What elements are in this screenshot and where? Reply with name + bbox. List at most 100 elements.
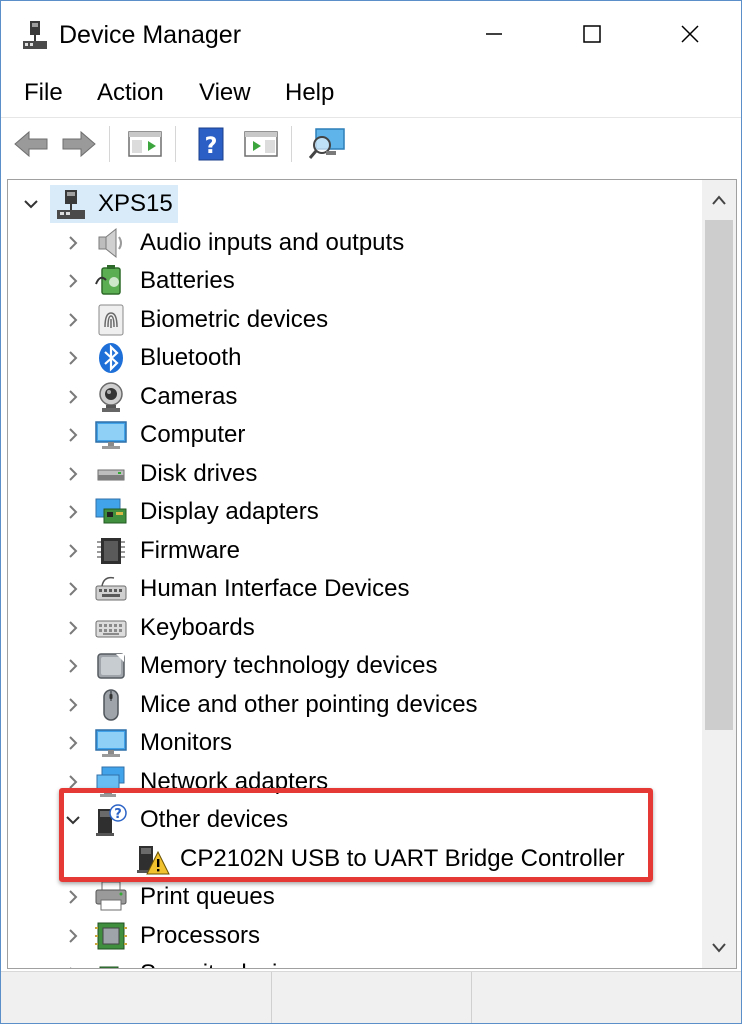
chevron-right-icon	[69, 466, 78, 481]
keyboard-icon	[95, 620, 127, 637]
scan-hardware-button[interactable]	[307, 124, 347, 164]
chevron-down-icon	[66, 816, 80, 825]
tree-node-security-devices[interactable]: Security devices	[8, 955, 698, 968]
status-segment	[471, 972, 741, 1023]
tree-root-xps15[interactable]: XPS15	[8, 185, 698, 223]
expand-toggle[interactable]	[64, 426, 82, 444]
tree-node-audio-inputs-and-outputs[interactable]: Audio inputs and outputs	[8, 224, 698, 262]
node-icon	[94, 495, 128, 529]
network-adapter-icon	[96, 766, 125, 797]
help-button[interactable]: ?	[191, 124, 231, 164]
tree-node-label: Security devices	[140, 957, 315, 968]
tree-node-label: Keyboards	[140, 613, 255, 641]
chevron-right-icon	[69, 890, 78, 904]
tree-node-other-devices[interactable]: ? Other devices	[8, 801, 698, 839]
menu-file[interactable]: File	[24, 77, 63, 109]
tree-node-biometric-devices[interactable]: Biometric devices	[8, 301, 698, 339]
toolbar: ?	[1, 117, 741, 169]
tree-node-computer[interactable]: Computer	[8, 416, 698, 454]
maximize-button[interactable]	[543, 1, 641, 67]
tree-node-disk-drives[interactable]: Disk drives	[8, 455, 698, 493]
chevron-right-icon	[69, 389, 78, 404]
menu-help[interactable]: Help	[285, 77, 334, 109]
expand-toggle[interactable]	[64, 657, 82, 675]
node-icon	[54, 187, 88, 221]
close-button[interactable]	[641, 1, 739, 67]
chevron-right-icon	[69, 351, 78, 365]
tree-node-label: Human Interface Devices	[140, 575, 410, 602]
node-icon	[94, 534, 128, 568]
tree-node-monitors[interactable]: Monitors	[8, 724, 698, 762]
node-icon	[94, 726, 128, 760]
tree-node-label: Cameras	[140, 382, 238, 410]
warning-device-icon	[137, 845, 170, 874]
expand-toggle[interactable]	[64, 927, 82, 945]
show-hide-console-tree-button[interactable]	[125, 124, 165, 164]
tree-node-bluetooth[interactable]: Bluetooth	[8, 339, 698, 377]
tree-node-print-queues[interactable]: Print queues	[8, 878, 698, 916]
tree-node-label: Mice and other pointing devices	[140, 690, 478, 718]
battery-icon	[95, 265, 121, 295]
expand-toggle[interactable]	[64, 465, 82, 483]
processor-icon	[95, 922, 127, 949]
expand-toggle[interactable]	[64, 388, 82, 406]
scroll-down-button[interactable]	[702, 928, 736, 968]
expand-toggle[interactable]	[64, 542, 82, 560]
expand-toggle[interactable]	[64, 773, 82, 791]
tree-node-display-adapters[interactable]: Display adapters	[8, 493, 698, 531]
tree-node-cp2102n-usb-to-uart-bridge-controller[interactable]: CP2102N USB to UART Bridge Controller	[8, 840, 698, 878]
toolbar-separator	[109, 126, 110, 162]
expand-toggle[interactable]	[64, 234, 82, 252]
forward-button[interactable]	[59, 124, 99, 164]
action-pane-icon	[244, 131, 278, 157]
node-icon	[94, 572, 128, 606]
expand-toggle[interactable]	[22, 195, 40, 213]
tree-node-keyboards[interactable]: Keyboards	[8, 609, 698, 647]
node-icon	[94, 957, 128, 968]
node-icon	[94, 765, 128, 799]
expand-toggle[interactable]	[64, 619, 82, 637]
expand-toggle[interactable]	[64, 272, 82, 290]
node-icon	[94, 418, 128, 452]
expand-toggle[interactable]	[64, 311, 82, 329]
minimize-button[interactable]	[445, 1, 543, 67]
chevron-right-icon	[69, 659, 78, 673]
network-root-icon	[57, 190, 85, 219]
tree-node-cameras[interactable]: Cameras	[8, 378, 698, 416]
expand-toggle[interactable]	[64, 888, 82, 906]
tree-node-network-adapters[interactable]: Network adapters	[8, 763, 698, 801]
expand-toggle[interactable]	[64, 503, 82, 521]
vertical-scrollbar[interactable]	[702, 180, 736, 968]
back-button[interactable]	[11, 124, 51, 164]
title-bar[interactable]: Device Manager	[1, 1, 741, 69]
chevron-right-icon	[69, 774, 78, 789]
expand-toggle[interactable]	[64, 696, 82, 714]
menu-action[interactable]: Action	[97, 77, 164, 109]
device-tree[interactable]: XPS15 Audio inputs and outputs Batteries Bi…	[7, 179, 737, 969]
node-icon	[136, 842, 170, 876]
tree-node-batteries[interactable]: Batteries	[8, 262, 698, 300]
tree-node-mice-and-other-pointing-devices[interactable]: Mice and other pointing devices	[8, 686, 698, 724]
scroll-thumb[interactable]	[705, 220, 733, 730]
chevron-right-icon	[69, 697, 78, 712]
window-title: Device Manager	[59, 21, 242, 49]
node-icon: ?	[94, 803, 128, 837]
tree-node-label: Display adapters	[140, 498, 319, 525]
expand-toggle[interactable]	[64, 580, 82, 598]
scroll-up-button[interactable]	[702, 180, 736, 220]
expand-toggle[interactable]	[64, 811, 82, 829]
expand-toggle[interactable]	[64, 349, 82, 367]
expand-toggle[interactable]	[64, 734, 82, 752]
node-icon	[94, 611, 128, 645]
fingerprint-icon	[98, 304, 124, 335]
tree-node-human-interface-devices[interactable]: Human Interface Devices	[8, 570, 698, 608]
tree-node-memory-technology-devices[interactable]: Memory technology devices	[8, 647, 698, 685]
menu-view[interactable]: View	[199, 77, 251, 109]
tree-node-firmware[interactable]: Firmware	[8, 532, 698, 570]
node-icon	[94, 264, 128, 298]
action-pane-button[interactable]	[241, 124, 281, 164]
node-icon	[94, 919, 128, 953]
tree-node-processors[interactable]: Processors	[8, 917, 698, 955]
chip-icon	[97, 537, 125, 564]
expand-toggle[interactable]	[64, 965, 82, 968]
